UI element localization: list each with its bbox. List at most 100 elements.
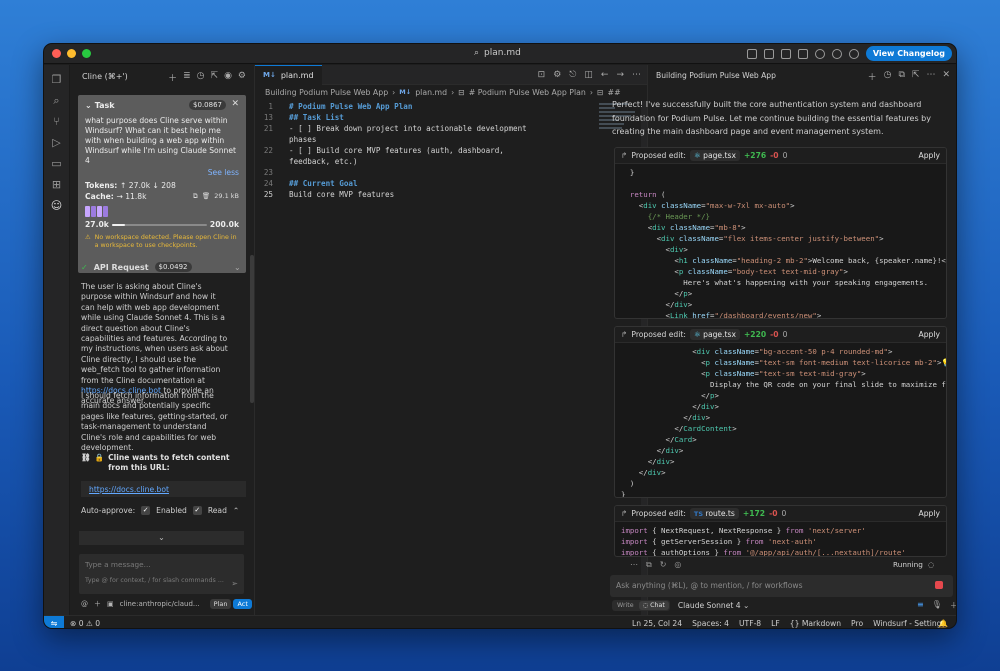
history-icon[interactable]: ◷ bbox=[197, 71, 205, 84]
chevron-up-icon[interactable]: ⌃ bbox=[233, 506, 239, 515]
indentation[interactable]: Spaces: 4 bbox=[692, 619, 729, 628]
plan-mode-button[interactable]: Plan bbox=[209, 599, 232, 609]
chat-mode-button[interactable]: ◌ Chat bbox=[638, 601, 669, 610]
image-icon[interactable]: ▣ bbox=[107, 600, 114, 608]
editor-line[interactable]: feedback, etc.) bbox=[255, 156, 647, 167]
editor-line[interactable]: 21 - [ ] Break down project into actionab… bbox=[255, 123, 647, 134]
check-icon[interactable] bbox=[831, 48, 842, 59]
account-icon[interactable]: ◉ bbox=[224, 71, 232, 84]
toggle-sidebar-icon[interactable] bbox=[746, 48, 757, 59]
mcp-servers-icon[interactable]: ≣ bbox=[183, 71, 191, 84]
list-icon[interactable]: ≡ bbox=[917, 600, 924, 611]
enabled-checkbox[interactable]: ✓ bbox=[141, 506, 151, 515]
explorer-icon[interactable]: ❐ bbox=[51, 74, 63, 86]
editor-line[interactable]: 23 bbox=[255, 167, 647, 178]
github-icon[interactable]: ◎ bbox=[674, 560, 681, 570]
view-changelog-button[interactable]: View Changelog bbox=[865, 46, 952, 61]
plan-badge[interactable]: Pro bbox=[851, 619, 863, 628]
message-input[interactable]: Type a message... Type @ for context, / … bbox=[79, 554, 244, 594]
settings-gear-icon[interactable]: ⚙ bbox=[238, 71, 246, 84]
go-back-icon[interactable]: ← bbox=[601, 70, 609, 80]
copy-icon[interactable]: ⧉ bbox=[193, 192, 198, 200]
more-icon[interactable]: ⋯ bbox=[926, 70, 935, 83]
add-icon[interactable]: ＋ bbox=[868, 70, 877, 83]
add-icon[interactable]: ＋ bbox=[94, 599, 101, 609]
sidebar-scrollbar[interactable] bbox=[250, 255, 254, 403]
apply-button[interactable]: Apply bbox=[919, 330, 940, 339]
api-request-row[interactable]: ✓ API Request $0.0492 bbox=[81, 262, 192, 272]
file-chip[interactable]: ⚛ page.tsx bbox=[689, 150, 740, 161]
refresh-icon[interactable]: ↻ bbox=[660, 560, 667, 570]
file-chip[interactable]: TS route.ts bbox=[689, 508, 739, 519]
editor-line[interactable]: 22 - [ ] Build core MVP features (auth, d… bbox=[255, 145, 647, 156]
copy-icon[interactable]: ⧉ bbox=[898, 70, 904, 83]
line-ending[interactable]: LF bbox=[771, 619, 780, 628]
write-mode-button[interactable]: Write bbox=[613, 601, 638, 610]
split-editor-icon[interactable]: ◫ bbox=[584, 70, 593, 80]
account-icon[interactable] bbox=[848, 48, 859, 59]
popout-icon[interactable]: ⇱ bbox=[211, 71, 219, 84]
microphone-icon[interactable]: 🎙 bbox=[932, 600, 942, 611]
more-icon[interactable]: ⋯ bbox=[630, 560, 638, 570]
fetch-url[interactable]: https://docs.cline.bot bbox=[81, 481, 246, 497]
breadcrumb-item[interactable]: ## bbox=[608, 88, 621, 97]
remote-icon[interactable]: ⇋ bbox=[44, 615, 64, 628]
editor-line[interactable]: 25 Build core MVP features bbox=[255, 189, 647, 200]
delete-icon[interactable]: 🗑 bbox=[202, 192, 210, 200]
language-mode[interactable]: {} Markdown bbox=[790, 619, 841, 628]
stop-button[interactable] bbox=[935, 581, 943, 589]
editor-line[interactable]: 24 ## Current Goal bbox=[255, 178, 647, 189]
close-icon[interactable]: ✕ bbox=[231, 99, 239, 109]
chevron-down-icon[interactable]: ⌄ bbox=[234, 263, 241, 272]
see-less-link[interactable]: See less bbox=[85, 168, 239, 177]
close-icon[interactable]: ✕ bbox=[942, 70, 950, 83]
toggle-panel-icon[interactable] bbox=[763, 48, 774, 59]
problems-indicator[interactable]: ⊗ 0 ⚠ 0 bbox=[70, 619, 100, 628]
tab-plan-md[interactable]: M↓ plan.md bbox=[255, 64, 322, 85]
encoding[interactable]: UTF-8 bbox=[739, 619, 761, 628]
minimize-window-button[interactable] bbox=[67, 49, 76, 58]
new-task-icon[interactable]: ＋ bbox=[168, 71, 177, 84]
read-checkbox[interactable]: ✓ bbox=[192, 506, 202, 515]
breadcrumb-item[interactable]: plan.md bbox=[415, 88, 447, 97]
cline-robot-icon[interactable]: ☺ bbox=[51, 200, 63, 212]
model-selector[interactable]: cline:anthropic/claud... bbox=[120, 600, 200, 608]
editor-line[interactable]: 1 # Podium Pulse Web App Plan bbox=[255, 101, 647, 112]
preview-icon[interactable]: ⊡ bbox=[538, 70, 546, 80]
file-chip[interactable]: ⚛ page.tsx bbox=[689, 329, 740, 340]
settings-gear-icon[interactable]: ⚙ bbox=[553, 70, 561, 80]
breadcrumb-item[interactable]: Building Podium Pulse Web App bbox=[265, 88, 388, 97]
editor-line[interactable]: 13 ## Task List bbox=[255, 112, 647, 123]
windsurf-icon[interactable] bbox=[814, 48, 825, 59]
command-center[interactable]: ⌕ plan.md bbox=[474, 48, 521, 58]
cursor-position[interactable]: Ln 25, Col 24 bbox=[632, 619, 682, 628]
more-icon[interactable]: ⋯ bbox=[632, 70, 641, 80]
search-icon[interactable]: ⌕ bbox=[51, 95, 63, 107]
remote-explorer-icon[interactable]: ▭ bbox=[51, 158, 63, 170]
cascade-input[interactable]: Ask anything (⌘L), @ to mention, / for w… bbox=[610, 575, 953, 597]
run-debug-icon[interactable]: ▷ bbox=[51, 137, 63, 149]
send-icon[interactable]: ➢ bbox=[231, 579, 238, 588]
editor-line[interactable]: phases bbox=[255, 134, 647, 145]
apply-button[interactable]: Apply bbox=[919, 509, 940, 518]
copy-icon[interactable]: ⧉ bbox=[646, 560, 652, 570]
apply-button[interactable]: Apply bbox=[919, 151, 940, 160]
go-forward-icon[interactable]: → bbox=[616, 70, 624, 80]
scroll-down-button[interactable]: ⌄ bbox=[79, 531, 244, 545]
open-preview-icon[interactable]: ⎋ bbox=[569, 70, 576, 80]
close-window-button[interactable] bbox=[52, 49, 61, 58]
add-icon[interactable]: ＋ bbox=[950, 600, 956, 611]
breadcrumb-item[interactable]: # Podium Pulse Web App Plan bbox=[469, 88, 586, 97]
popout-icon[interactable]: ⇱ bbox=[912, 70, 920, 83]
model-selector[interactable]: Claude Sonnet 4 ⌄ bbox=[678, 601, 750, 610]
at-mention-icon[interactable]: @ bbox=[81, 600, 88, 608]
source-control-icon[interactable]: ⑂ bbox=[51, 116, 63, 128]
act-mode-button[interactable]: Act bbox=[233, 599, 252, 609]
layout-icon[interactable] bbox=[797, 48, 808, 59]
maximize-window-button[interactable] bbox=[82, 49, 91, 58]
toggle-secondary-sidebar-icon[interactable] bbox=[780, 48, 791, 59]
windsurf-settings[interactable]: Windsurf - Settings bbox=[873, 619, 945, 628]
history-icon[interactable]: ◷ bbox=[884, 70, 892, 83]
code-editor[interactable]: 1 # Podium Pulse Web App Plan 13 ## Task Li… bbox=[255, 101, 647, 200]
extensions-icon[interactable]: ⊞ bbox=[51, 179, 63, 191]
